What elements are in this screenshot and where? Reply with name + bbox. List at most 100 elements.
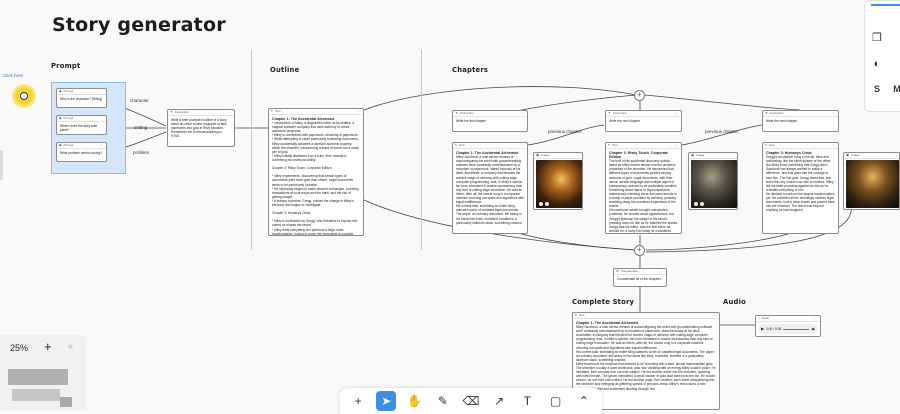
prompt-icon: ◆	[59, 116, 62, 121]
image-icon: ▣	[536, 153, 540, 158]
concatenate-node[interactable]: ⊕ Concatenate ⋯ Concatenate all of the cha…	[613, 268, 667, 287]
node-text: Write the next chapter	[609, 119, 641, 123]
instruction-icon: ✦	[170, 110, 173, 115]
chapter-text-node[interactable]: ≡ Text ⋯ Chapter 2: Risky Touch, Corporate…	[605, 142, 682, 234]
node-menu-icon[interactable]: ⋯	[831, 111, 836, 115]
panel-accent	[871, 4, 900, 6]
fill-icon[interactable]: ◐	[869, 56, 885, 72]
node-menu-icon[interactable]: ⋯	[831, 143, 836, 147]
wire-label-problem: problem	[133, 150, 150, 155]
image-node[interactable]: ▣ Image	[533, 152, 583, 210]
node-text: Write the first chapter	[456, 119, 487, 123]
section-title-complete-story: Complete Story	[572, 298, 635, 306]
wire-outline-hub-top	[363, 86, 637, 111]
chapter-instruction-node[interactable]: ✦ Instruction ⋯ Write the next chapter	[762, 110, 839, 132]
node-text: Miley Sandoval, a man whose dreams of au…	[456, 155, 524, 225]
node-menu-icon[interactable]: ⋯	[520, 143, 525, 147]
prompt-node[interactable]: ◆ Prompt ⋯ Where does the story take place…	[56, 115, 107, 135]
image-action-icon[interactable]	[700, 202, 704, 206]
eraser-tool-button[interactable]: ⌫	[461, 391, 481, 411]
section-divider	[251, 50, 252, 250]
node-title: Text	[611, 143, 618, 148]
collapse-minimap-button[interactable]: «	[68, 341, 73, 351]
generated-image	[691, 160, 737, 208]
node-menu-icon[interactable]: ⋯	[674, 143, 679, 147]
node-text: Where does the story take place?	[60, 124, 99, 133]
node-menu-icon[interactable]: ⋯	[99, 116, 104, 120]
node-title: Prompt	[63, 116, 74, 121]
node-title: Image	[696, 153, 705, 158]
node-menu-icon[interactable]: ⋯	[674, 111, 679, 115]
prompt-node[interactable]: ◆ Prompt ⋯ Who is the character? [Hiring]	[56, 88, 107, 108]
side-handle[interactable]	[0, 150, 3, 180]
board-title: Story generator	[52, 14, 226, 36]
play-icon	[20, 92, 28, 100]
node-title: Instruction	[769, 111, 784, 116]
more-tool-button[interactable]: ⌃	[574, 391, 594, 411]
arrow-tool-button[interactable]: ↗	[489, 391, 509, 411]
node-title: Concatenate	[620, 269, 638, 274]
copy-icon[interactable]: ❐	[869, 29, 885, 45]
node-text: Miley Sandoval, a man whose dreams of au…	[576, 325, 716, 391]
node-menu-icon[interactable]: ⋯	[227, 110, 232, 114]
concatenate-icon: ⊕	[616, 269, 619, 274]
size-small-button[interactable]: S	[869, 81, 885, 97]
image-node[interactable]: ▣ Image	[688, 152, 738, 210]
outline-text-node[interactable]: ≡ Text ⋯ Chapter 1: The Accidental Alchemi…	[268, 108, 364, 236]
image-action-icon[interactable]	[545, 202, 549, 206]
join-hub-bottom[interactable]: +	[634, 245, 645, 256]
image-action-icon[interactable]	[539, 202, 543, 206]
node-title: Image	[541, 153, 550, 158]
prompt-node[interactable]: ◆ Prompt ⋯ What problem needs solving?	[56, 142, 107, 162]
chapter-instruction-node[interactable]: ✦ Instruction ⋯ Write the first chapter	[452, 110, 528, 132]
node-menu-icon[interactable]: ⋯	[520, 111, 525, 115]
node-title: Image	[851, 153, 860, 158]
minimap[interactable]	[8, 367, 72, 409]
join-hub-top[interactable]: +	[634, 90, 645, 101]
node-text: The thrill of his accidental discovery q…	[609, 159, 678, 233]
node-title: Text	[458, 143, 465, 148]
click-here-label: Click here	[3, 73, 24, 78]
instruction-icon: ✦	[455, 111, 458, 116]
chapter-instruction-node[interactable]: ✦ Instruction ⋯ Write the next chapter	[605, 110, 682, 132]
node-title: Text	[578, 313, 585, 318]
audio-node[interactable]: ♪ Audio ⋯ ▶ 0:00 / 0:08 ◀)	[755, 315, 821, 337]
image-node[interactable]: ▣ Image	[843, 152, 900, 210]
node-title: Instruction	[612, 111, 627, 116]
volume-icon[interactable]: ◀)	[811, 327, 815, 331]
wire-label-previous-chapter-1: previous chapter	[548, 129, 582, 134]
audio-progress-bar[interactable]	[783, 328, 810, 330]
pen-tool-button[interactable]: ✎	[433, 391, 453, 411]
text-icon: ≡	[455, 143, 457, 148]
bottom-toolbar: + ➤ ✋ ✎ ⌫ ↗ T ▢ ⌃	[340, 388, 602, 414]
prompt-icon: ◆	[59, 143, 62, 148]
node-menu-icon[interactable]: ⋯	[99, 143, 104, 147]
instruction-icon: ✦	[765, 111, 768, 116]
node-text: Gregg's accusation hung in the air, thic…	[766, 155, 835, 213]
instruction-node[interactable]: ✦ Instruction ⋯ Write a brief prompted out…	[167, 109, 235, 147]
wire-hub-ch3	[643, 94, 801, 111]
node-text: Write the next chapter	[766, 119, 798, 123]
node-menu-icon[interactable]: ⋯	[712, 313, 717, 317]
node-title: Instruction	[174, 110, 189, 115]
section-title-outline: Outline	[270, 66, 300, 74]
text-tool-button[interactable]: T	[517, 391, 537, 411]
image-action-icon[interactable]	[694, 202, 698, 206]
chapter-text-node[interactable]: ≡ Text ⋯ Chapter 1: The Accidental Alchemi…	[452, 142, 528, 234]
node-menu-icon[interactable]: ⋯	[99, 89, 104, 93]
node-menu-icon[interactable]: ⋯	[356, 109, 361, 113]
node-menu-icon[interactable]: ⋯	[659, 269, 664, 273]
run-trigger-button[interactable]	[15, 87, 33, 105]
node-menu-icon[interactable]: ⋯	[813, 316, 818, 320]
wire-label-previous-chapter-2: previous chapter	[705, 129, 739, 134]
node-title: Text	[768, 143, 775, 148]
chapter-text-node[interactable]: ≡ Text ⋯ Chapter 3: Humanys Crisis Gregg's …	[762, 142, 839, 234]
play-icon[interactable]: ▶	[761, 326, 764, 331]
note-tool-button[interactable]: ▢	[546, 391, 566, 411]
zoom-in-button[interactable]: +	[44, 339, 52, 354]
node-title: Instruction	[459, 111, 474, 116]
size-medium-button[interactable]: M	[889, 81, 900, 97]
add-tool-button[interactable]: +	[348, 391, 368, 411]
select-tool-button[interactable]: ➤	[376, 391, 397, 411]
hand-tool-button[interactable]: ✋	[405, 391, 425, 411]
